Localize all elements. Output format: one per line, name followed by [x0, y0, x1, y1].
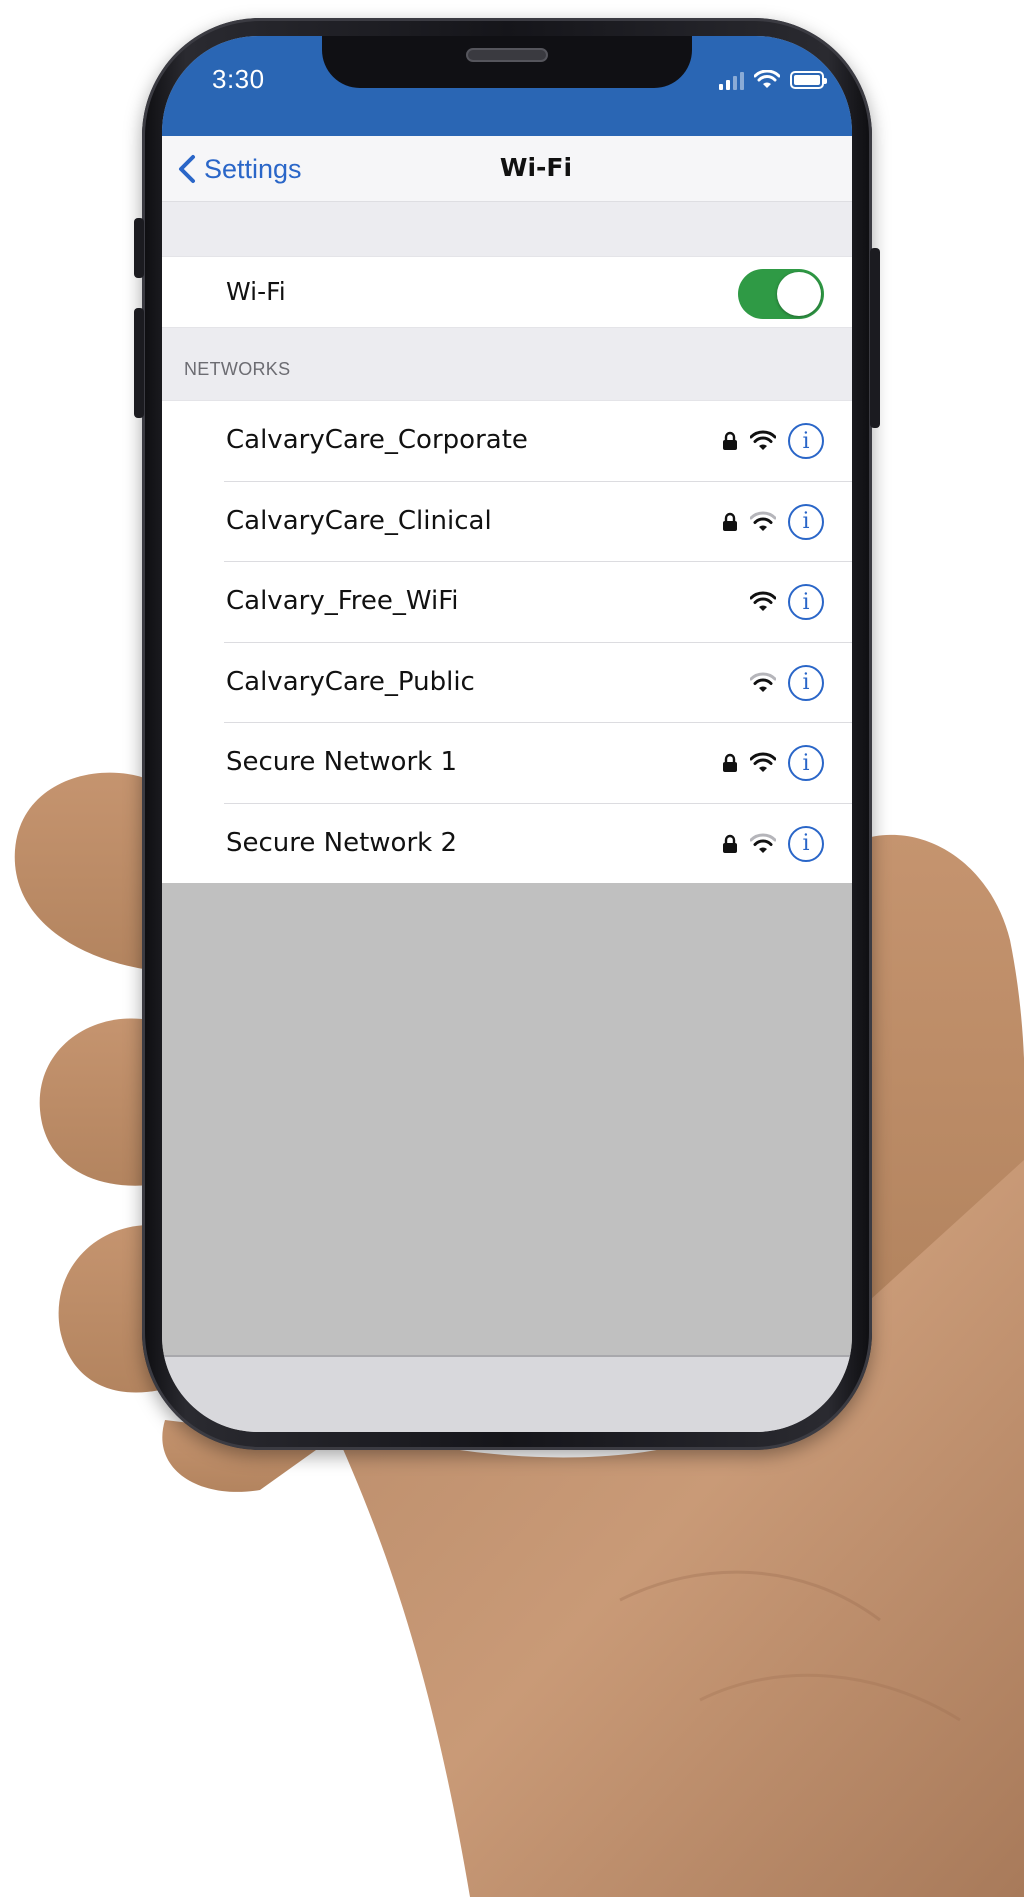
network-row-icons: i	[750, 582, 824, 622]
info-icon[interactable]: i	[788, 503, 824, 540]
network-row-icons: i	[722, 824, 824, 864]
info-icon[interactable]: i	[788, 423, 824, 459]
info-icon[interactable]: i	[788, 584, 824, 620]
wifi-toggle-row: Wi-Fi	[162, 256, 852, 328]
network-row-icons: i	[750, 663, 824, 703]
network-row-icons: i	[722, 502, 824, 542]
notch	[322, 36, 692, 88]
networks-section-header-area: NETWORKS	[162, 328, 852, 400]
info-icon[interactable]: i	[788, 745, 824, 781]
page-title: Wi-Fi	[499, 153, 573, 182]
lock-icon	[723, 834, 737, 853]
network-name: Calvary_Free_WiFi	[226, 586, 459, 616]
network-name: CalvaryCare_Public	[226, 666, 475, 697]
signal-icon	[719, 70, 744, 90]
network-name: Secure Network 1	[226, 747, 458, 777]
info-icon[interactable]: i	[788, 825, 824, 862]
network-row[interactable]: CalvaryCare_Corporate i	[162, 401, 852, 482]
wifi-signal-medium-icon	[750, 672, 776, 692]
network-row[interactable]: CalvaryCare_Clinical i	[162, 482, 852, 563]
network-name: CalvaryCare_Clinical	[226, 505, 492, 536]
status-bar: 3:30	[162, 36, 852, 136]
wifi-status-icon	[754, 70, 780, 88]
lock-icon	[723, 512, 737, 531]
wifi-signal-medium-icon	[750, 511, 776, 531]
wifi-signal-strong-icon	[750, 430, 776, 450]
volume-down-button[interactable]	[134, 308, 144, 418]
wifi-toggle-switch[interactable]	[738, 269, 824, 319]
bottom-strip	[162, 1355, 852, 1432]
toggle-knob	[777, 272, 821, 316]
info-icon[interactable]: i	[788, 664, 824, 701]
volume-up-button[interactable]	[134, 218, 144, 278]
phone-screen: 3:30 Settings Wi-Fi Wi-Fi NETWORKS Calva…	[162, 36, 852, 1432]
networks-list: CalvaryCare_Corporate i CalvaryCare_Clin…	[162, 400, 852, 884]
wifi-signal-medium-icon	[750, 833, 776, 853]
wifi-toggle-label: Wi-Fi	[226, 277, 286, 306]
network-name: CalvaryCare_Corporate	[226, 425, 528, 455]
power-button[interactable]	[870, 248, 880, 428]
network-row[interactable]: Secure Network 1 i	[162, 723, 852, 804]
network-row-icons: i	[722, 421, 824, 461]
wifi-signal-strong-icon	[750, 591, 776, 611]
group-spacer	[162, 202, 852, 256]
empty-screen-area	[162, 883, 852, 1355]
status-icons	[704, 68, 827, 92]
wifi-signal-strong-icon	[750, 752, 776, 772]
navigation-bar: Settings Wi-Fi	[162, 136, 852, 202]
networks-section-header: NETWORKS	[184, 359, 291, 379]
lock-icon	[723, 431, 737, 450]
speaker-grille	[466, 48, 548, 62]
status-time: 3:30	[212, 64, 265, 94]
network-row[interactable]: Secure Network 2 i	[162, 804, 852, 885]
lock-icon	[723, 753, 737, 772]
battery-icon	[790, 71, 827, 89]
network-row[interactable]: Calvary_Free_WiFi i	[162, 562, 852, 643]
network-name: Secure Network 2	[226, 827, 458, 858]
network-row-icons: i	[722, 743, 824, 783]
network-row[interactable]: CalvaryCare_Public i	[162, 643, 852, 724]
